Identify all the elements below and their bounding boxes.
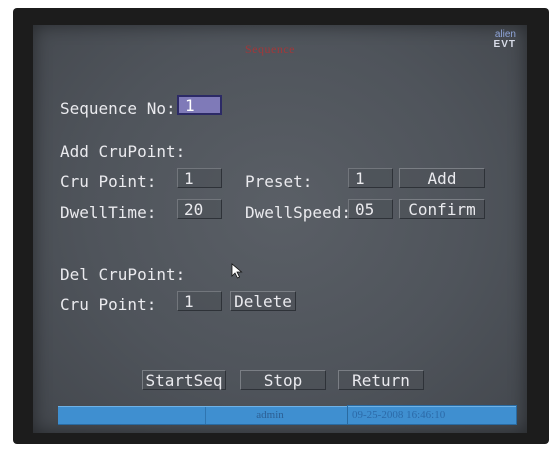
add-cru-point-label: Cru Point: xyxy=(60,172,157,191)
sequence-no-field[interactable]: 1 xyxy=(177,95,222,115)
logo-line-2: EVT xyxy=(493,39,516,50)
sequence-no-label: Sequence No: xyxy=(60,99,176,118)
del-cru-point-label: Cru Point: xyxy=(60,295,157,314)
preset-label: Preset: xyxy=(245,172,313,191)
delete-button[interactable]: Delete xyxy=(230,291,296,311)
add-button[interactable]: Add xyxy=(399,168,485,188)
del-crupoint-header: Del CruPoint: xyxy=(60,265,186,284)
dwell-speed-label: DwellSpeed: xyxy=(245,203,351,222)
del-cru-point-field[interactable]: 1 xyxy=(177,291,222,311)
dwell-time-label: DwellTime: xyxy=(60,203,157,222)
stop-button[interactable]: Stop xyxy=(240,370,326,390)
add-crupoint-header: Add CruPoint: xyxy=(60,142,186,161)
dwell-time-field[interactable]: 20 xyxy=(177,199,222,219)
dwell-speed-field[interactable]: 05 xyxy=(348,199,393,219)
preset-field[interactable]: 1 xyxy=(348,168,393,188)
status-datetime: 09-25-2008 16:46:10 xyxy=(347,405,517,425)
window-title: Sequence xyxy=(245,42,295,56)
status-user: admin xyxy=(256,409,284,421)
brand-logo: alien EVT xyxy=(472,30,516,50)
add-cru-point-field[interactable]: 1 xyxy=(177,168,222,188)
return-button[interactable]: Return xyxy=(338,370,424,390)
status-separator xyxy=(205,407,206,424)
mouse-pointer-icon xyxy=(231,263,243,279)
start-sequence-button[interactable]: StartSeq xyxy=(142,370,226,390)
confirm-button[interactable]: Confirm xyxy=(399,199,485,219)
